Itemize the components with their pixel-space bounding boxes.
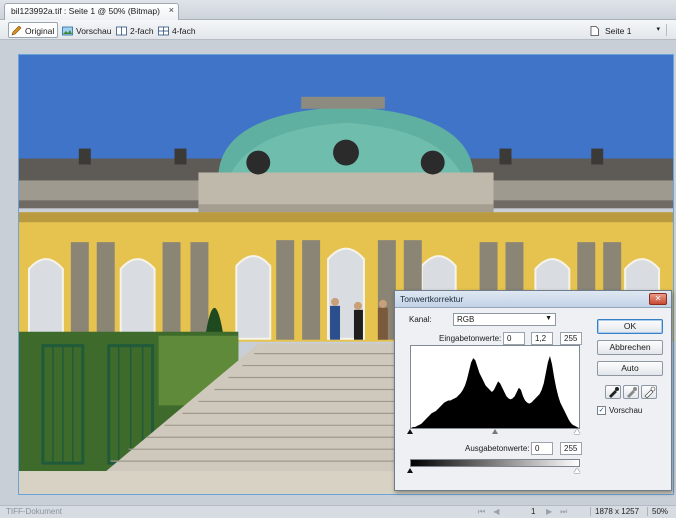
four-up-icon [158,26,169,36]
gray-eyedropper-icon[interactable] [623,385,639,399]
document-tab-title: bil123992a.tif : Seite 1 @ 50% (Bitmap) [11,6,160,16]
preview-image-icon [62,26,73,36]
view-two-up-label: 2-fach [130,26,154,36]
output-gradient [410,459,580,467]
cancel-button[interactable]: Abbrechen [597,340,663,355]
output-slider[interactable] [407,468,580,475]
pencil-icon [11,26,22,36]
image-dimensions: 1878 x 1257 [590,507,639,516]
chevron-down-icon: ▼ [545,315,552,322]
zoom-level[interactable]: 50% [647,507,668,516]
dialog-title: Tonwertkorrektur [400,294,464,304]
view-toolbar: Original Vorschau 2-fach 4-fach Seite 1 [0,20,676,40]
input-black-handle[interactable] [407,429,413,434]
view-original-label: Original [25,26,55,36]
black-eyedropper-icon[interactable] [605,385,621,399]
input-gamma-field[interactable]: 1,2 [531,332,553,345]
page-navigation-forward: ▶ ⏭ [546,507,567,517]
channel-select[interactable]: RGB ▼ [453,313,556,326]
channel-select-value: RGB [457,315,475,324]
app-window: bil123992a.tif : Seite 1 @ 50% (Bitmap) … [0,0,676,518]
view-preview-button[interactable]: Vorschau [60,22,114,38]
page-select-dropdown[interactable]: Seite 1 ▾ [590,23,662,38]
levels-dialog: Tonwertkorrektur ✕ Kanal: RGB ▼ Eingabet… [394,290,672,491]
input-black-field[interactable]: 0 [503,332,525,345]
view-original-button[interactable]: Original [8,22,59,38]
toolbar-overflow-icon[interactable] [666,24,676,36]
close-tab-icon[interactable]: × [169,5,174,15]
output-black-handle[interactable] [407,468,413,473]
page-select-value: Seite 1 [605,25,632,36]
preview-label: Vorschau [609,406,643,415]
dialog-title-bar[interactable]: Tonwertkorrektur ✕ [395,291,671,308]
view-four-up-label: 4-fach [172,26,196,36]
document-tab-bar: bil123992a.tif : Seite 1 @ 50% (Bitmap) … [0,0,676,20]
histogram-curve [411,356,579,428]
view-preview-label: Vorschau [76,26,112,36]
prev-page-icon[interactable]: ◀ [493,507,499,517]
document-tab[interactable]: bil123992a.tif : Seite 1 @ 50% (Bitmap) … [4,3,179,20]
page-navigation: ⏮ ◀ [478,507,499,517]
channel-label: Kanal: [409,315,432,324]
document-type-label: TIFF-Dokument [6,507,63,516]
close-icon[interactable]: ✕ [649,293,667,305]
view-four-up-button[interactable]: 4-fach [156,22,199,38]
next-page-icon[interactable]: ▶ [546,507,552,517]
output-white-handle[interactable] [574,468,580,473]
histogram [410,345,580,429]
page-icon [590,25,601,36]
current-page: 1 [531,507,536,516]
view-two-up-button[interactable]: 2-fach [114,22,157,38]
two-up-icon [116,26,127,36]
last-page-icon[interactable]: ⏭ [560,507,567,517]
first-page-icon[interactable]: ⏮ [478,507,485,517]
input-white-field[interactable]: 255 [560,332,582,345]
white-eyedropper-icon[interactable] [641,385,657,399]
status-bar: TIFF-Dokument ⏮ ◀ 1 ▶ ⏭ 1878 x 1257 50% [0,505,676,518]
output-levels-label: Ausgabetonwerte: [465,444,530,453]
output-white-field[interactable]: 255 [560,442,582,455]
input-white-handle[interactable] [574,429,580,434]
preview-checkbox[interactable]: ✓ [597,406,606,415]
input-levels-label: Eingabetonwerte: [439,334,502,343]
auto-button[interactable]: Auto [597,361,663,376]
ok-button[interactable]: OK [597,319,663,334]
output-black-field[interactable]: 0 [531,442,553,455]
input-slider[interactable] [407,429,580,436]
input-gamma-handle[interactable] [492,429,498,434]
chevron-down-icon: ▾ [656,26,660,33]
